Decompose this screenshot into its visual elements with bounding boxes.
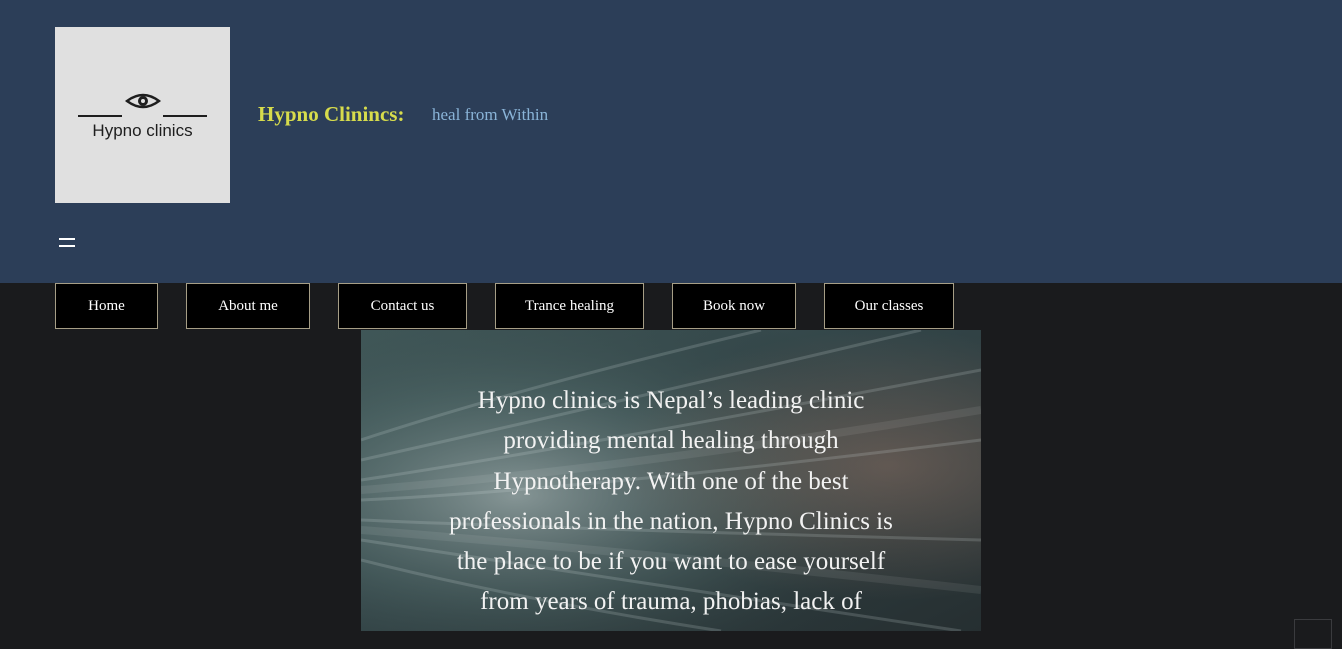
site-tagline: heal from Within xyxy=(432,105,549,124)
hamburger-icon[interactable] xyxy=(57,234,77,250)
nav-item-trance-healing[interactable]: Trance healing xyxy=(495,283,644,329)
nav-item-contact-us[interactable]: Contact us xyxy=(338,283,467,329)
nav-item-book-now[interactable]: Book now xyxy=(672,283,796,329)
nav-item-our-classes[interactable]: Our classes xyxy=(824,283,954,329)
nav-item-about-me[interactable]: About me xyxy=(186,283,310,329)
site-logo[interactable]: Hypno clinics xyxy=(55,27,230,203)
hero-section: Hypno clinics is Nepal’s leading clinic … xyxy=(361,330,981,631)
site-title[interactable]: Hypno Clinincs: xyxy=(258,102,404,127)
logo-line-right xyxy=(163,115,207,117)
nav-item-home[interactable]: Home xyxy=(55,283,158,329)
logo-text: Hypno clinics xyxy=(92,121,193,140)
scroll-to-top-button[interactable] xyxy=(1294,619,1332,649)
site-header: Hypno clinics Hypno Clinincs: heal from … xyxy=(0,0,1342,283)
logo-line-left xyxy=(78,115,122,117)
hero-description: Hypno clinics is Nepal’s leading clinic … xyxy=(449,387,893,616)
eye-icon xyxy=(125,93,161,109)
